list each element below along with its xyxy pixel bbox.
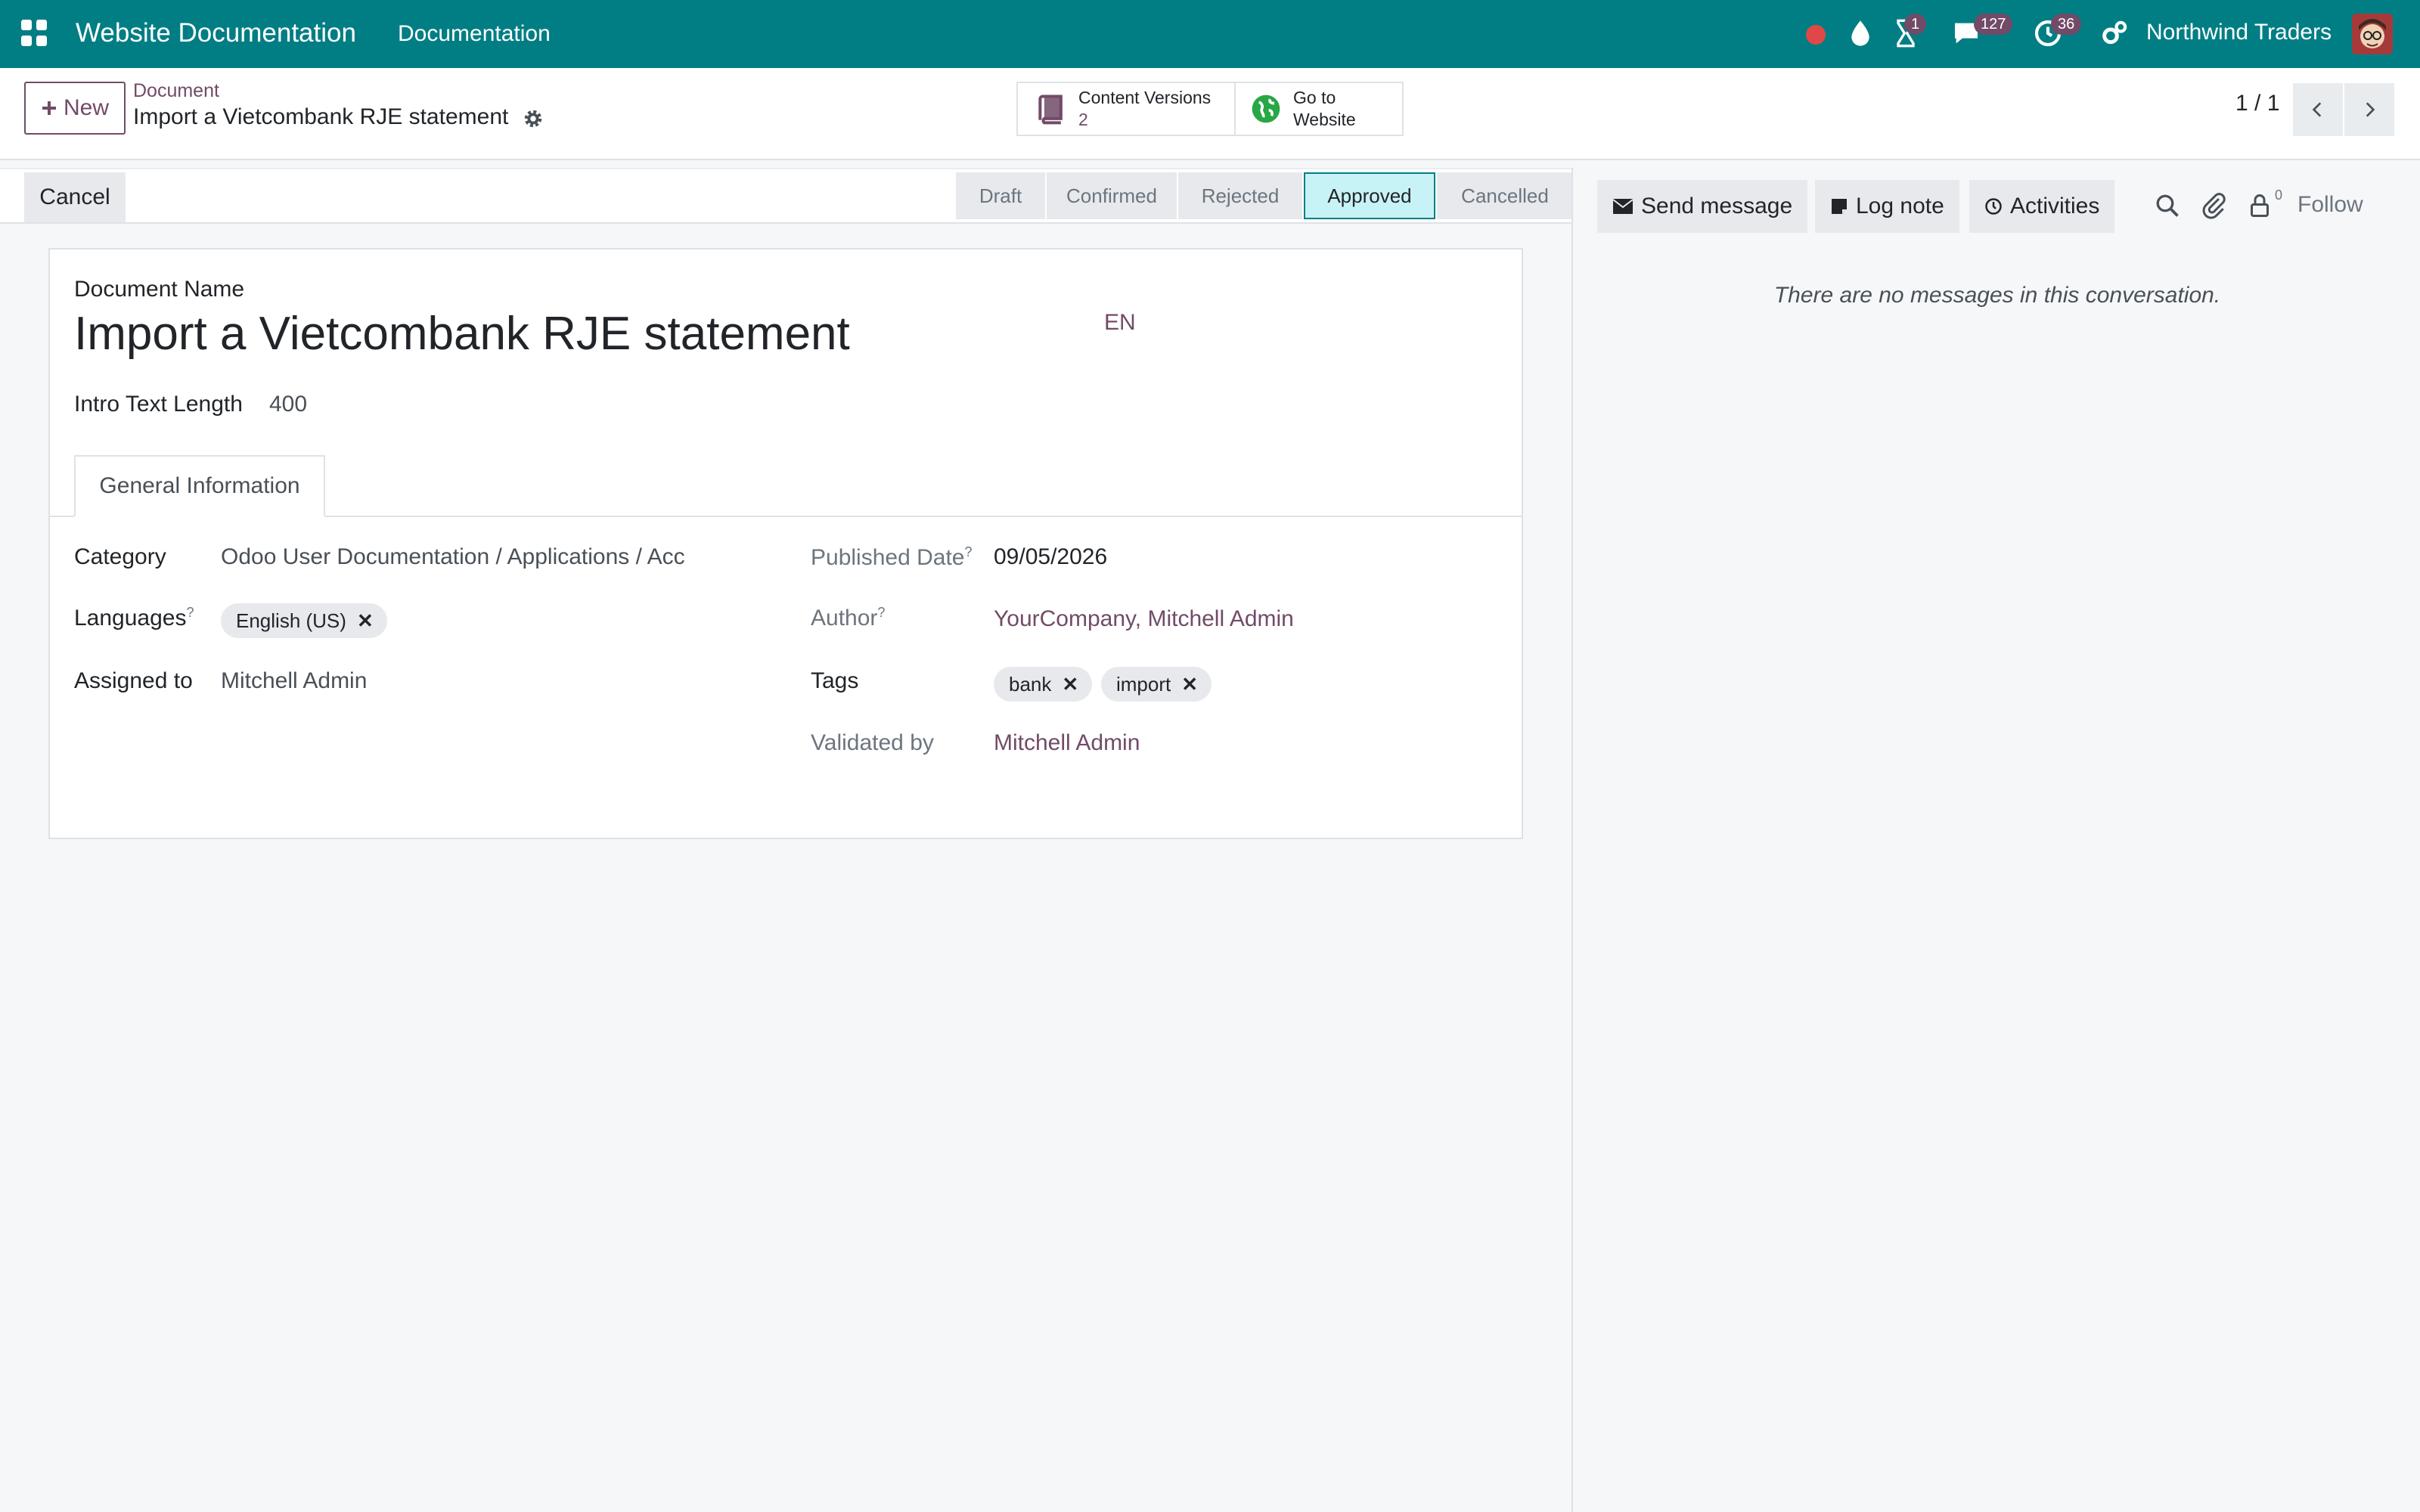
author-help-icon[interactable]: ? — [877, 605, 885, 620]
validated-by-label: Validated by — [811, 730, 934, 755]
chevron-left-icon — [2312, 102, 2322, 117]
cancel-button[interactable]: Cancel — [24, 172, 126, 222]
new-button-label: New — [63, 95, 109, 120]
tag-bank[interactable]: bank ✕ — [994, 667, 1093, 702]
log-note-label: Log note — [1856, 194, 1944, 218]
activities-label: Activities — [2010, 194, 2100, 218]
search-icon[interactable] — [2154, 192, 2181, 219]
tag-label: import — [1116, 672, 1171, 696]
send-message-button[interactable]: Send message — [1597, 180, 1808, 233]
content-versions-count: 2 — [1078, 110, 1088, 129]
clock-icon — [1985, 198, 2002, 215]
stage-confirmed[interactable]: Confirmed — [1047, 172, 1177, 219]
follower-count: 0 — [2275, 187, 2283, 203]
follow-button[interactable]: Follow — [2297, 192, 2363, 218]
top-navbar: Website Documentation Documentation 1 12… — [0, 0, 2420, 68]
activities-badge: 1 — [1904, 14, 1927, 35]
tag-import[interactable]: import ✕ — [1101, 667, 1212, 702]
intro-text-length-label: Intro Text Length — [74, 392, 243, 417]
go-to-label-line2: Website — [1293, 110, 1356, 129]
messages-badge: 127 — [1974, 14, 2013, 35]
log-note-button[interactable]: Log note — [1815, 180, 1959, 233]
author-field[interactable]: YourCompany, Mitchell Admin — [994, 606, 1294, 632]
empty-conversation-text: There are no messages in this conversati… — [1773, 283, 2221, 308]
globe-icon — [1252, 94, 1280, 123]
drop-icon[interactable] — [1845, 18, 1876, 48]
app-title[interactable]: Website Documentation — [76, 18, 356, 48]
form-statusbar: Cancel Draft Confirmed Rejected Approved… — [0, 168, 1573, 224]
menu-documentation[interactable]: Documentation — [398, 21, 551, 47]
language-tag[interactable]: English (US) ✕ — [221, 603, 387, 638]
settings-gears-icon[interactable] — [2099, 18, 2130, 48]
clock-badge: 36 — [2051, 14, 2082, 35]
activities-button[interactable]: Activities — [1969, 180, 2115, 233]
languages-label: Languages? — [74, 605, 194, 631]
content-versions-button[interactable]: Content Versions 2 — [1016, 82, 1236, 136]
published-date-help-icon[interactable]: ? — [964, 544, 972, 559]
user-avatar[interactable] — [2352, 14, 2393, 54]
assigned-to-field[interactable]: Mitchell Admin — [221, 668, 367, 694]
category-label: Category — [74, 544, 166, 569]
plus-icon — [42, 101, 56, 115]
stage-draft[interactable]: Draft — [956, 172, 1045, 219]
validated-by-field[interactable]: Mitchell Admin — [994, 730, 1140, 756]
tab-general-information[interactable]: General Information — [74, 455, 325, 517]
chevron-right-icon — [2366, 102, 2375, 117]
book-icon — [1038, 94, 1063, 125]
new-button[interactable]: New — [24, 82, 126, 135]
form-sheet: Document Name Import a Vietcombank RJE s… — [48, 248, 1523, 839]
stage-cancelled[interactable]: Cancelled — [1437, 172, 1573, 219]
breadcrumb-parent[interactable]: Document — [133, 80, 219, 102]
pager-next-button[interactable] — [2344, 83, 2394, 136]
status-stages: Draft Confirmed Rejected Approved Cancel… — [956, 172, 1575, 219]
tags-label: Tags — [811, 668, 859, 693]
pager-value[interactable]: 1 / 1 — [2235, 91, 2279, 116]
content-versions-label: Content Versions — [1078, 88, 1212, 107]
category-field[interactable]: Odoo User Documentation / Applications /… — [221, 544, 685, 570]
stage-rejected[interactable]: Rejected — [1178, 172, 1302, 219]
gear-icon[interactable] — [522, 107, 544, 130]
document-name-label: Document Name — [74, 277, 245, 302]
language-code-button[interactable]: EN — [1104, 310, 1136, 336]
remove-tag-icon[interactable]: ✕ — [1181, 673, 1198, 696]
go-to-website-button[interactable]: Go to Website — [1234, 82, 1404, 136]
assigned-to-label: Assigned to — [74, 668, 193, 693]
tag-label: bank — [1009, 672, 1052, 696]
breadcrumb-current: Import a Vietcombank RJE statement — [133, 104, 509, 129]
recording-indicator-icon[interactable] — [1806, 25, 1826, 45]
languages-help-icon[interactable]: ? — [186, 605, 194, 620]
pager-previous-button[interactable] — [2293, 83, 2343, 136]
paperclip-icon[interactable] — [2201, 192, 2228, 219]
lock-icon[interactable] — [2246, 192, 2273, 219]
document-name-field[interactable]: Import a Vietcombank RJE statement — [74, 307, 850, 361]
company-switcher[interactable]: Northwind Traders — [2146, 20, 2332, 45]
apps-menu-icon[interactable] — [21, 20, 48, 47]
envelope-icon — [1612, 199, 1634, 214]
remove-tag-icon[interactable]: ✕ — [1062, 673, 1078, 696]
published-date-label: Published Date? — [811, 544, 973, 570]
control-panel: New Document Import a Vietcombank RJE st… — [0, 68, 2420, 160]
remove-tag-icon[interactable]: ✕ — [357, 609, 374, 633]
stage-approved[interactable]: Approved — [1304, 172, 1435, 219]
chatter-panel: Send message Log note Activities 0 Follo… — [1571, 168, 2420, 1512]
published-date-field[interactable]: 09/05/2026 — [994, 544, 1107, 570]
author-label: Author? — [811, 605, 886, 631]
intro-text-length-field[interactable]: 400 — [269, 392, 307, 417]
go-to-label-line1: Go to — [1293, 88, 1336, 107]
send-message-label: Send message — [1641, 194, 1793, 218]
note-icon — [1832, 199, 1847, 214]
language-tag-label: English (US) — [236, 609, 346, 632]
